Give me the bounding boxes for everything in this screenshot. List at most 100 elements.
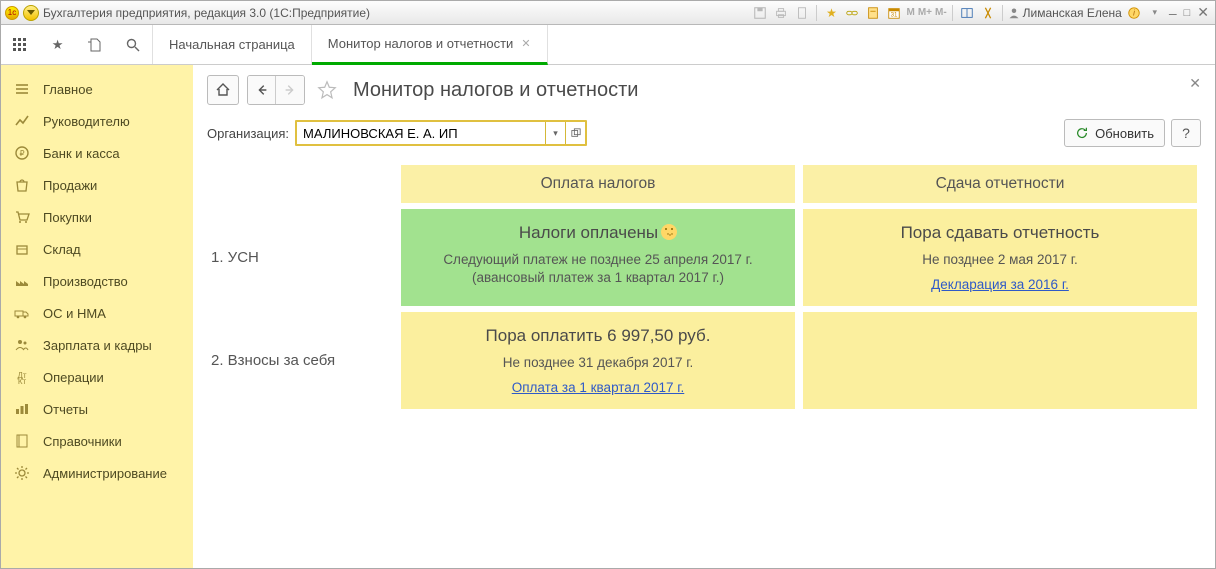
sidebar-label: Главное — [43, 82, 93, 97]
cell-pay-1: Пора оплатить 6 997,50 руб. Не позднее 31… — [401, 312, 795, 409]
ruble-icon: ₽ — [13, 144, 31, 162]
current-user[interactable]: Лиманская Елена — [1008, 6, 1122, 20]
svg-text:i: i — [1133, 8, 1135, 17]
search-icon[interactable] — [121, 33, 145, 57]
row-label-0: 1. УСН — [207, 209, 397, 306]
sidebar-label: Производство — [43, 274, 128, 289]
app-menu-arrow-icon[interactable] — [23, 5, 39, 21]
sidebar-item-8[interactable]: Зарплата и кадры — [1, 329, 193, 361]
minimize-icon[interactable]: – — [1167, 5, 1179, 21]
cell-pay-1-title: Пора оплатить 6 997,50 руб. — [413, 326, 783, 346]
sidebar-item-4[interactable]: Покупки — [1, 201, 193, 233]
cell-pay-1-link[interactable]: Оплата за 1 квартал 2017 г. — [512, 380, 685, 395]
tools-icon[interactable] — [979, 4, 997, 22]
content-area: ✕ Монитор налогов и отчетности Организац… — [193, 65, 1215, 568]
sidebar-label: Отчеты — [43, 402, 88, 417]
panels-icon[interactable] — [958, 4, 976, 22]
calc-icon[interactable] — [864, 4, 882, 22]
cell-pay-1-line1: Не позднее 31 декабря 2017 г. — [413, 354, 783, 372]
m-plus-icon[interactable]: M+ — [918, 7, 932, 18]
refresh-button[interactable]: Обновить — [1064, 119, 1165, 147]
apps-icon[interactable] — [8, 33, 32, 57]
cell-pay-0-line2: (авансовый платеж за 1 квартал 2017 г.) — [413, 269, 783, 287]
sidebar-item-12[interactable]: Администрирование — [1, 457, 193, 489]
sidebar-item-9[interactable]: ДтКт Операции — [1, 361, 193, 393]
info-icon[interactable]: i — [1125, 4, 1143, 22]
org-label: Организация: — [207, 126, 289, 141]
sidebar-item-0[interactable]: Главное — [1, 73, 193, 105]
sidebar-label: Продажи — [43, 178, 97, 193]
print-icon[interactable] — [772, 4, 790, 22]
cell-report-0: Пора сдавать отчетность Не позднее 2 мая … — [803, 209, 1197, 306]
back-button[interactable] — [248, 76, 276, 104]
star-icon[interactable]: ★ — [46, 33, 70, 57]
app-window: 1c Бухгалтерия предприятия, редакция 3.0… — [0, 0, 1216, 569]
sidebar-item-10[interactable]: Отчеты — [1, 393, 193, 425]
title-bar: 1c Бухгалтерия предприятия, редакция 3.0… — [1, 1, 1215, 25]
cell-pay-0: Налоги оплаченыСледующий платеж не поздн… — [401, 209, 795, 306]
sidebar-item-6[interactable]: Производство — [1, 265, 193, 297]
sidebar-label: Администрирование — [43, 466, 167, 481]
box-icon — [13, 240, 31, 258]
sidebar-item-7[interactable]: ОС и НМА — [1, 297, 193, 329]
forward-button[interactable] — [276, 76, 304, 104]
gear-icon — [13, 464, 31, 482]
cart-icon — [13, 208, 31, 226]
history-icon[interactable] — [83, 33, 107, 57]
calendar-icon[interactable]: 31 — [885, 4, 903, 22]
truck-icon — [13, 304, 31, 322]
org-open-icon[interactable] — [565, 122, 585, 144]
tab-tax-monitor[interactable]: Монитор налогов и отчетности ✕ — [312, 25, 548, 65]
svg-text:31: 31 — [891, 11, 898, 18]
close-page-icon[interactable]: ✕ — [1189, 75, 1201, 92]
svg-text:₽: ₽ — [19, 149, 24, 158]
monitor-grid: Оплата налогов Сдача отчетности 1. УСННа… — [207, 165, 1201, 409]
tab-start-page[interactable]: Начальная страница — [153, 25, 312, 64]
sidebar-item-3[interactable]: Продажи — [1, 169, 193, 201]
app-title: Бухгалтерия предприятия, редакция 3.0 (1… — [43, 6, 370, 20]
home-button[interactable] — [207, 75, 239, 105]
org-dropdown-icon[interactable]: ▾ — [545, 122, 565, 144]
org-input[interactable] — [297, 122, 545, 144]
maximize-icon[interactable]: □ — [1182, 7, 1193, 19]
cell-pay-0-title: Налоги оплачены — [413, 223, 783, 243]
m-icon[interactable]: M — [906, 7, 914, 18]
m-minus-icon[interactable]: M- — [935, 7, 947, 18]
sidebar-label: Операции — [43, 370, 104, 385]
col-header-report: Сдача отчетности — [803, 165, 1197, 203]
info-arrow-icon[interactable]: ▾ — [1146, 4, 1164, 22]
sidebar-item-1[interactable]: Руководителю — [1, 105, 193, 137]
org-select[interactable]: ▾ — [295, 120, 587, 146]
cell-report-0-title: Пора сдавать отчетность — [815, 223, 1185, 243]
nav-tabs-row: ★ Начальная страница Монитор налогов и о… — [1, 25, 1215, 65]
sidebar-label: Склад — [43, 242, 81, 257]
nav-tools: ★ — [1, 25, 153, 64]
monitor-row-1: 2. Взносы за себяПора оплатить 6 997,50 … — [207, 312, 1201, 409]
doc-icon[interactable] — [793, 4, 811, 22]
ops-icon: ДтКт — [13, 368, 31, 386]
sidebar-item-5[interactable]: Склад — [1, 233, 193, 265]
smiley-icon — [661, 224, 677, 240]
save-icon[interactable] — [751, 4, 769, 22]
link-icon[interactable] — [843, 4, 861, 22]
factory-icon — [13, 272, 31, 290]
cell-report-0-line1: Не позднее 2 мая 2017 г. — [815, 251, 1185, 269]
favorite-page-icon[interactable] — [313, 76, 341, 104]
sidebar-label: Руководителю — [43, 114, 130, 129]
sidebar-label: Покупки — [43, 210, 92, 225]
menu-icon — [13, 80, 31, 98]
refresh-icon — [1075, 126, 1089, 140]
sidebar-item-11[interactable]: Справочники — [1, 425, 193, 457]
svg-text:Кт: Кт — [18, 377, 27, 385]
people-icon — [13, 336, 31, 354]
bars-icon — [13, 400, 31, 418]
close-window-icon[interactable]: ✕ — [1195, 4, 1211, 21]
sidebar-label: Справочники — [43, 434, 122, 449]
cell-report-0-link[interactable]: Декларация за 2016 г. — [931, 277, 1069, 292]
sidebar-label: Банк и касса — [43, 146, 120, 161]
close-tab-icon[interactable]: ✕ — [521, 37, 530, 50]
help-button[interactable]: ? — [1171, 119, 1201, 147]
sidebar-item-2[interactable]: ₽ Банк и касса — [1, 137, 193, 169]
sidebar: Главное Руководителю ₽ Банк и касса Продажи П… — [1, 65, 193, 568]
favorite-star-icon[interactable]: ★ — [822, 4, 840, 22]
